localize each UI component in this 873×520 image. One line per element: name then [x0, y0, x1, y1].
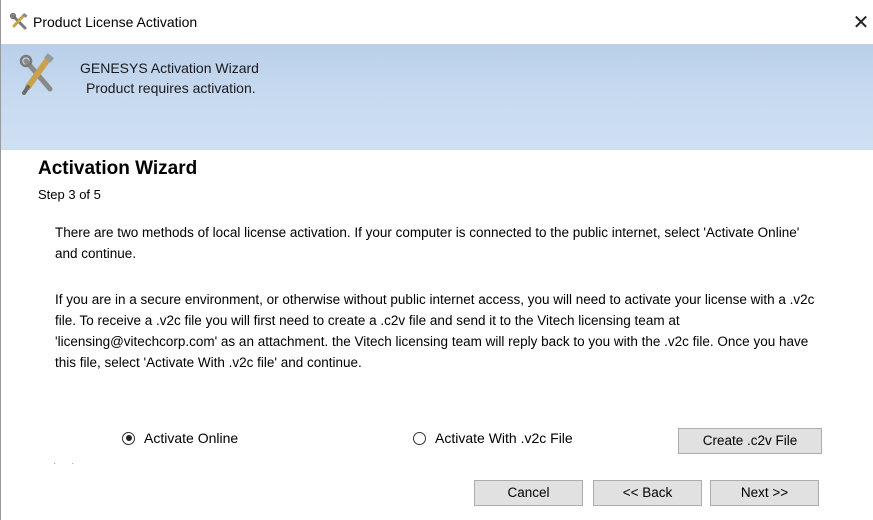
next-button[interactable]: Next >> [710, 480, 819, 506]
instructions-online: There are two methods of local license a… [55, 225, 800, 261]
wizard-banner: GENESYS Activation Wizard Product requir… [1, 44, 873, 150]
title-bar[interactable]: Product License Activation ✕ [1, 0, 873, 44]
banner-title: GENESYS Activation Wizard [80, 60, 259, 76]
back-button[interactable]: << Back [593, 480, 702, 506]
close-icon[interactable]: ✕ [848, 6, 873, 38]
activate-v2c-label: Activate With .v2c File [435, 430, 573, 446]
cancel-button[interactable]: Cancel [474, 480, 583, 506]
window-title: Product License Activation [33, 14, 198, 30]
activate-online-label: Activate Online [144, 430, 239, 446]
create-c2v-button[interactable]: Create .c2v File [678, 428, 822, 454]
radio-unselected-indicator[interactable] [413, 431, 426, 445]
activate-v2c-radio[interactable]: Activate With .v2c File [413, 430, 573, 446]
activate-online-radio[interactable]: Activate Online [122, 430, 238, 446]
tools-icon [18, 53, 58, 97]
wizard-heading: Activation Wizard [38, 158, 198, 179]
banner-subtitle: Product requires activation. [86, 80, 256, 96]
radio-selected-indicator[interactable] [122, 431, 135, 445]
step-indicator: Step 3 of 5 [38, 187, 101, 202]
instructions-offline: If you are in a secure environment, or o… [55, 292, 815, 370]
truncated-text-fragment: · · [53, 458, 81, 469]
tools-icon [9, 12, 30, 31]
license-activation-window: Product License Activation ✕ GENESYS Act… [0, 0, 873, 520]
